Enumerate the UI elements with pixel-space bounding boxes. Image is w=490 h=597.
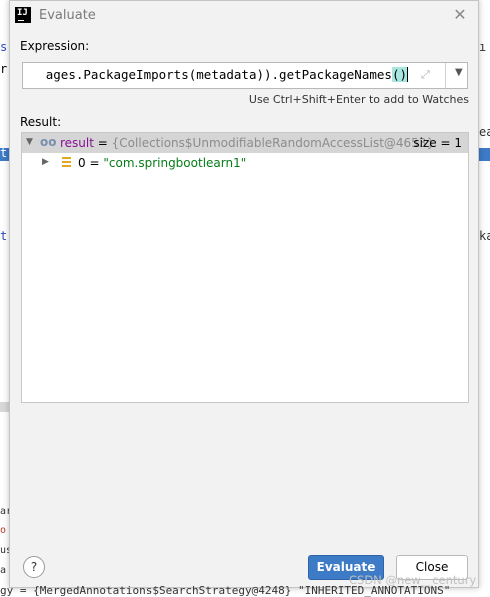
evaluate-dialog: IJ Evaluate ✕ Expression: ages.PackageIm…: [9, 0, 479, 588]
bg-selection-stripe: [479, 148, 490, 161]
history-separator: [445, 63, 446, 88]
text-caret: [407, 67, 408, 82]
list-element-icon: [62, 157, 71, 167]
tree-row-child[interactable]: ▶ 0 = "com.springbootlearn1": [22, 153, 468, 173]
bg-code-fragment: t: [0, 229, 8, 243]
close-icon[interactable]: ✕: [450, 5, 470, 25]
bg-code-fragment: a: [0, 565, 7, 576]
string-value: "com.springbootlearn1": [103, 156, 247, 170]
collapse-triangle-icon[interactable]: ▼: [26, 137, 33, 147]
bg-code-fragment: ka: [479, 229, 490, 243]
bg-code-fragment: o: [0, 525, 7, 536]
bg-divider: [0, 402, 9, 412]
history-dropdown-icon[interactable]: ▼: [455, 67, 463, 78]
bg-code-fragment: ea: [479, 125, 490, 139]
result-label: Result:: [20, 115, 62, 129]
intellij-app-icon: IJ: [15, 7, 31, 23]
csdn-watermark: CSDN @new__century: [349, 573, 477, 587]
title-bar[interactable]: IJ Evaluate ✕: [10, 1, 478, 31]
bg-code-fragment: ar: [0, 506, 9, 517]
expression-input[interactable]: ages.PackageImports(metadata)).getPackag…: [22, 62, 468, 89]
bg-code-fragment: t: [0, 146, 8, 160]
expand-triangle-icon[interactable]: ▶: [42, 157, 49, 167]
bg-code-fragment: ı: [479, 40, 487, 54]
equals-sign: =: [97, 136, 108, 150]
expression-text[interactable]: ages.PackageImports(metadata)).getPackag…: [46, 67, 408, 82]
variable-name: result: [60, 136, 94, 150]
watches-hint: Use Ctrl+Shift+Enter to add to Watches: [248, 93, 469, 106]
element-index: 0: [78, 156, 86, 170]
bg-code-fragment: us: [0, 545, 9, 556]
equals-sign: =: [89, 156, 100, 170]
collection-size: size = 1: [413, 136, 462, 150]
variable-type: {Collections$UnmodifiableRandomAccessLis…: [111, 136, 435, 150]
result-tree[interactable]: ▼ oo result = {Collections$UnmodifiableR…: [21, 132, 469, 403]
paren-highlight: (): [391, 67, 407, 82]
help-button[interactable]: ?: [23, 556, 45, 578]
expand-editor-icon[interactable]: ⤢: [421, 68, 430, 82]
dialog-title: Evaluate: [39, 8, 96, 23]
watch-glasses-icon: oo: [40, 135, 57, 149]
bg-code-fragment: s: [0, 40, 8, 54]
expression-code: ages.PackageImports(metadata)).getPackag…: [45, 67, 392, 82]
tree-row-result[interactable]: ▼ oo result = {Collections$UnmodifiableR…: [22, 133, 468, 153]
bg-code-fragment: r: [0, 62, 8, 76]
expression-label: Expression:: [20, 39, 90, 53]
